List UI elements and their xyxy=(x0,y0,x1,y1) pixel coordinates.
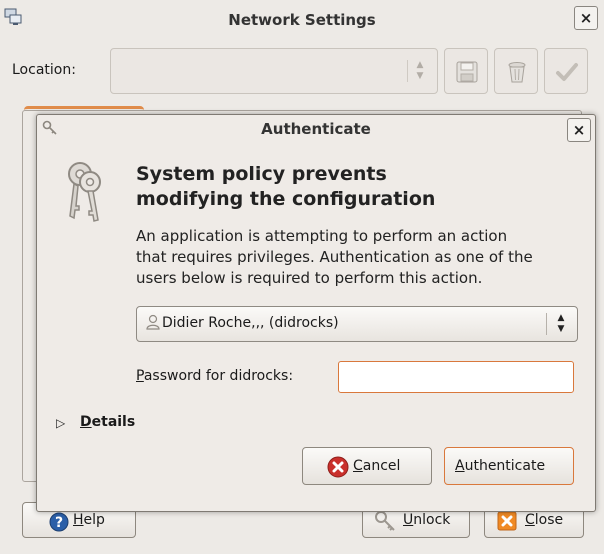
spin-arrows-icon: ▲ ▼ xyxy=(416,60,424,81)
help-icon: ? xyxy=(49,512,69,536)
keys-icon xyxy=(373,511,397,537)
delete-location-button[interactable] xyxy=(494,48,538,94)
authenticate-label: Authenticate xyxy=(455,458,546,474)
dialog-heading: System policy prevents modifying the con… xyxy=(136,162,566,212)
location-combo-separator xyxy=(407,60,408,82)
heading-line: System policy prevents xyxy=(136,163,387,185)
svg-text:?: ? xyxy=(55,515,63,531)
expander-arrow-icon[interactable]: ▷ xyxy=(56,416,65,430)
spin-arrows-icon: ▲ ▼ xyxy=(557,313,565,334)
keys-icon xyxy=(60,160,108,228)
location-combo[interactable] xyxy=(110,48,438,94)
close-x-icon xyxy=(497,511,517,535)
user-select-value: Didier Roche,,, (didrocks) xyxy=(162,315,339,331)
cancel-label: Cancel xyxy=(353,458,401,474)
dialog-title: Authenticate xyxy=(261,120,371,138)
message-line: An application is attempting to perform … xyxy=(136,227,508,245)
password-input[interactable] xyxy=(338,361,574,393)
cancel-button[interactable]: Cancel xyxy=(302,447,432,485)
window-close-button[interactable]: × xyxy=(574,6,598,30)
dialog-message: An application is attempting to perform … xyxy=(136,226,588,289)
dialog-close-button[interactable]: × xyxy=(567,118,591,142)
location-label: Location: xyxy=(12,62,76,78)
user-icon xyxy=(146,314,160,334)
window-title: Network Settings xyxy=(228,11,376,29)
help-label: Help xyxy=(73,512,105,528)
apply-location-button[interactable] xyxy=(544,48,588,94)
password-label: Password for didrocks: xyxy=(136,368,294,384)
unlock-label: Unlock xyxy=(403,512,451,528)
details-expander[interactable]: Details xyxy=(80,414,135,430)
message-line: users below is required to perform this … xyxy=(136,269,483,287)
cancel-icon xyxy=(327,456,349,482)
message-line: that requires privileges. Authentication… xyxy=(136,248,533,266)
user-select-separator xyxy=(546,313,547,335)
heading-line: modifying the configuration xyxy=(136,188,436,210)
close-label: Close xyxy=(525,512,564,528)
authenticate-button[interactable]: Authenticate xyxy=(444,447,574,485)
save-location-button[interactable] xyxy=(444,48,488,94)
